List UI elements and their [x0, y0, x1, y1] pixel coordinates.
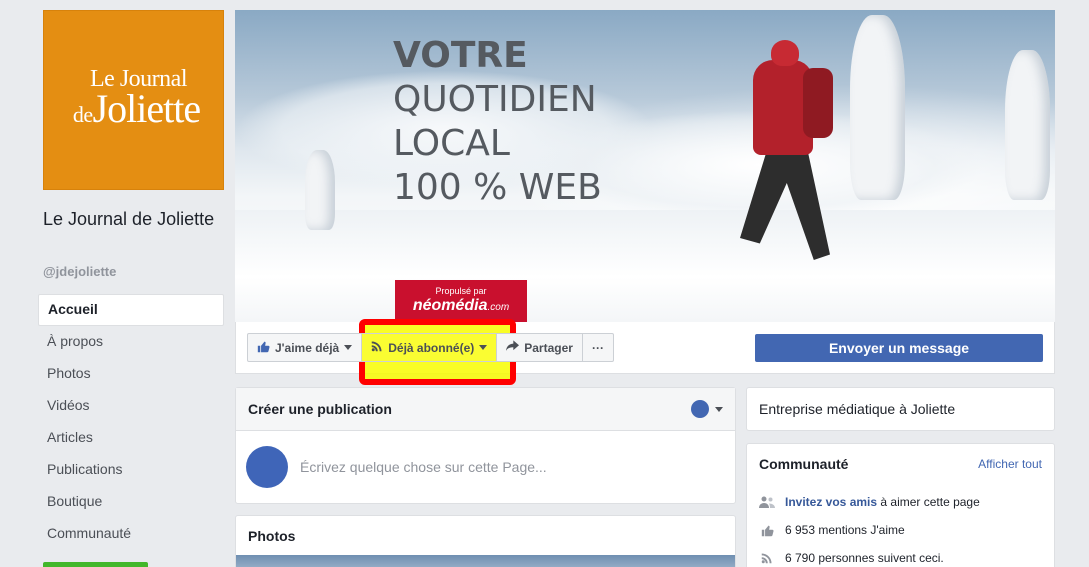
- follow-button[interactable]: Déjà abonné(e): [362, 334, 498, 361]
- community-header: Communauté Afficher tout: [759, 456, 1042, 472]
- thumbs-up-icon: [257, 340, 270, 356]
- page-category[interactable]: Entreprise médiatique à Joliette: [759, 401, 955, 417]
- community-title: Communauté: [759, 456, 849, 472]
- cover-snow-field: [235, 210, 1055, 322]
- sidebar-nav: Accueil À propos Photos Vidéos Articles …: [38, 294, 224, 550]
- sidebar-item-communaute[interactable]: Communauté: [38, 518, 224, 550]
- cover-line: QUOTIDIEN: [393, 79, 597, 120]
- send-message-button[interactable]: Envoyer un message: [755, 334, 1043, 362]
- invite-text: Invitez vos amis à aimer cette page: [785, 495, 980, 509]
- create-post-card: Créer une publication Écrivez quelque ch…: [235, 387, 736, 504]
- sidebar-item-videos[interactable]: Vidéos: [38, 390, 224, 422]
- more-options-button[interactable]: ···: [583, 334, 613, 361]
- cover-line: LOCAL: [393, 123, 510, 164]
- likes-row: 6 953 mentions J'aime: [759, 516, 1042, 544]
- rss-icon: [371, 340, 383, 355]
- page-profile-logo[interactable]: Le Journal deJoliette: [43, 10, 224, 190]
- post-composer-input[interactable]: Écrivez quelque chose sur cette Page...: [300, 459, 547, 475]
- post-as-selector[interactable]: [691, 400, 723, 418]
- invite-friends-row: Invitez vos amis à aimer cette page: [759, 488, 1042, 516]
- logo-line2: deJoliette: [72, 89, 201, 133]
- create-page-button[interactable]: [43, 562, 148, 567]
- photo-thumbnail[interactable]: [236, 555, 735, 567]
- chevron-down-icon: [479, 345, 488, 350]
- chevron-down-icon: [715, 406, 723, 412]
- avatar: [246, 446, 288, 488]
- snow-tree: [850, 15, 905, 200]
- promo-brand-suffix: .com: [487, 302, 510, 313]
- sidebar-item-photos[interactable]: Photos: [38, 358, 224, 390]
- create-post-body: Écrivez quelque chose sur cette Page...: [236, 431, 735, 503]
- neomedia-badge: Propulsé par néomédia.com: [395, 280, 527, 322]
- friends-icon: [759, 495, 775, 509]
- invite-rest: à aimer cette page: [877, 495, 980, 509]
- promo-brand-text: néomédia.com: [395, 297, 527, 317]
- cover-photo[interactable]: VOTRE QUOTIDIEN LOCAL 100 % WEB Propulsé…: [235, 10, 1055, 322]
- follow-button-label: Déjà abonné(e): [388, 340, 475, 355]
- cover-slogan: VOTRE QUOTIDIEN LOCAL 100 % WEB: [393, 34, 602, 210]
- page-title[interactable]: Le Journal de Joliette: [43, 205, 223, 233]
- hiker-head: [771, 40, 799, 66]
- create-post-header: Créer une publication: [236, 388, 735, 431]
- cover-line: 100 % WEB: [393, 167, 602, 208]
- cover-headline: VOTRE: [393, 35, 528, 76]
- hiker-backpack: [803, 68, 833, 138]
- logo-line2-main: Joliette: [92, 86, 202, 131]
- snow-tree: [305, 150, 335, 230]
- logo-line2-prefix: de: [72, 102, 93, 127]
- like-button-label: J'aime déjà: [275, 340, 340, 355]
- page-avatar-small: [691, 400, 709, 418]
- sidebar-item-a-propos[interactable]: À propos: [38, 326, 224, 358]
- page-category-card: Entreprise médiatique à Joliette: [746, 387, 1055, 431]
- share-button[interactable]: Partager: [497, 334, 583, 361]
- like-button[interactable]: J'aime déjà: [248, 334, 363, 361]
- thumbs-up-icon: [759, 523, 775, 537]
- rss-icon: [759, 551, 775, 565]
- invite-friends-link[interactable]: Invitez vos amis: [785, 495, 877, 509]
- promo-brand-name: néomédia: [412, 297, 488, 314]
- promo-small-text: Propulsé par: [435, 286, 487, 296]
- page-action-buttons: J'aime déjà Déjà abonné(e) Partager ···: [247, 333, 614, 362]
- page-handle[interactable]: @jdejoliette: [43, 264, 116, 279]
- sidebar-item-publications[interactable]: Publications: [38, 454, 224, 486]
- share-button-label: Partager: [524, 340, 573, 355]
- likes-count: 6 953 mentions J'aime: [785, 523, 905, 537]
- photos-title[interactable]: Photos: [236, 516, 735, 556]
- share-arrow-icon: [506, 340, 520, 355]
- create-post-title: Créer une publication: [248, 401, 392, 417]
- sidebar-item-accueil[interactable]: Accueil: [38, 294, 224, 326]
- chevron-down-icon: [344, 345, 353, 350]
- followers-count: 6 790 personnes suivent ceci.: [785, 551, 944, 565]
- community-card: Communauté Afficher tout Invitez vos ami…: [746, 443, 1055, 567]
- more-dots-icon: ···: [591, 340, 604, 355]
- see-all-link[interactable]: Afficher tout: [978, 457, 1042, 471]
- snow-tree: [1005, 50, 1050, 200]
- followers-row: 6 790 personnes suivent ceci.: [759, 544, 1042, 567]
- sidebar-item-boutique[interactable]: Boutique: [38, 486, 224, 518]
- sidebar-item-articles[interactable]: Articles: [38, 422, 224, 454]
